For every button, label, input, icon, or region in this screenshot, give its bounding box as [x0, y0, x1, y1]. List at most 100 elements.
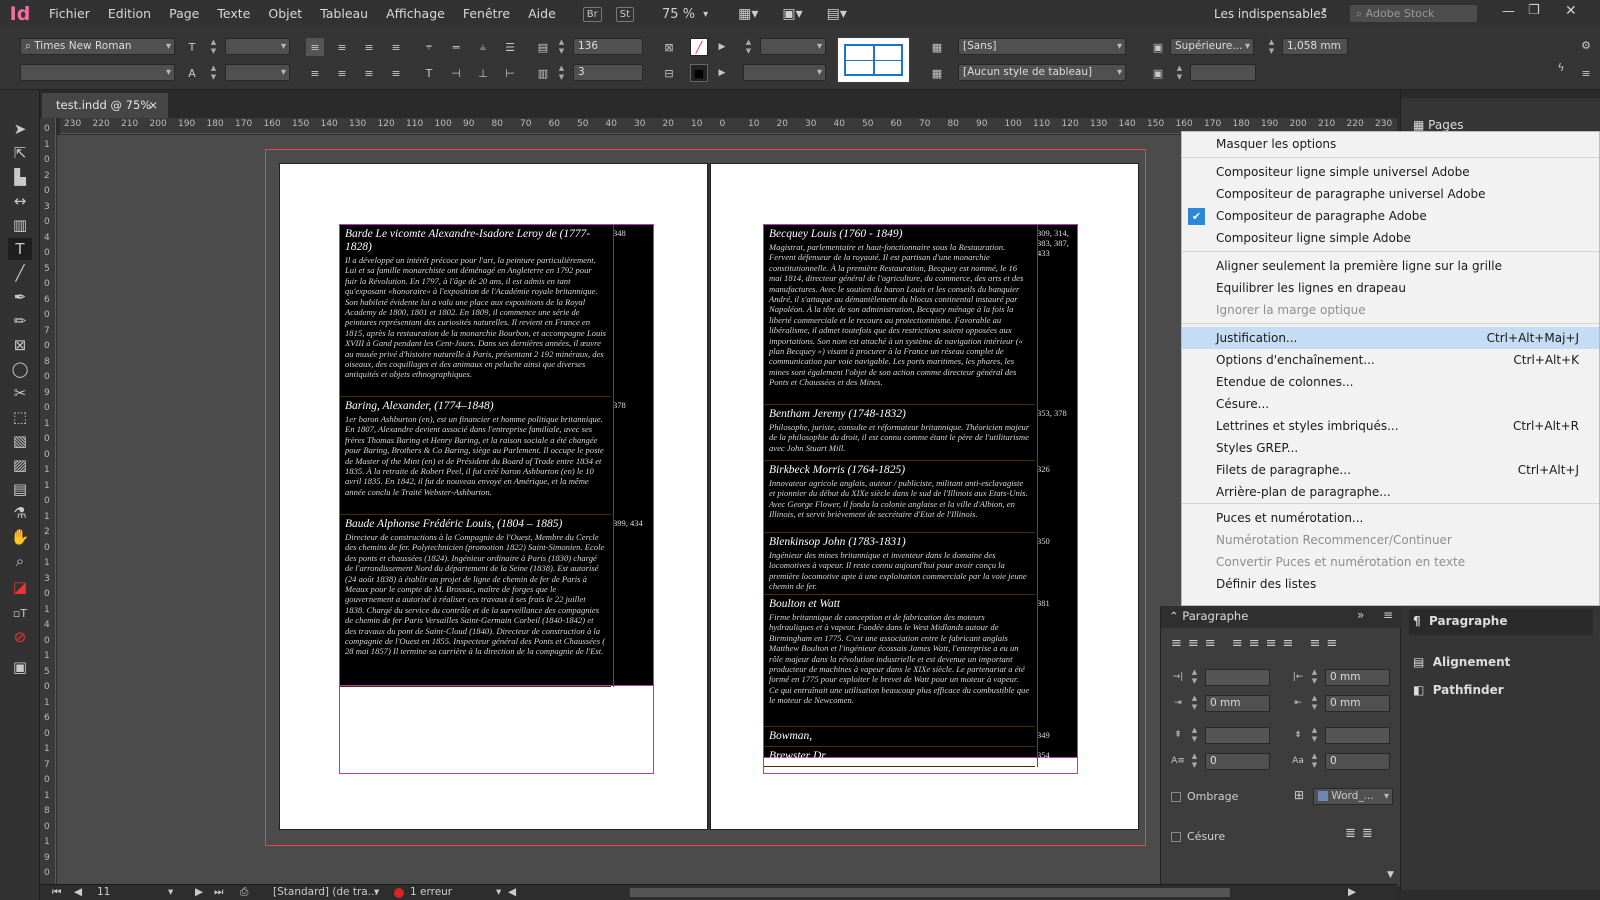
- error-count[interactable]: 1 erreur: [410, 886, 452, 898]
- stock-search-input[interactable]: ⌕ Adobe Stock: [1350, 5, 1477, 22]
- alignement-panel-item[interactable]: ▤ Alignement: [1413, 655, 1510, 669]
- stock-button[interactable]: St: [615, 6, 635, 22]
- merge-cells-icon[interactable]: ⊠: [660, 38, 678, 56]
- vertical-justification-field[interactable]: Supérieure...: [1170, 38, 1254, 55]
- text-rotate-0-icon[interactable]: T: [420, 64, 438, 82]
- play-icon[interactable]: ▶: [713, 38, 731, 56]
- first-line-indent-stepper[interactable]: ▲ ▼: [1189, 694, 1200, 712]
- flyout-item[interactable]: Justification... Ctrl+Alt+Maj+J: [1182, 327, 1599, 349]
- formatting-container-icon[interactable]: ▫T: [8, 602, 32, 624]
- chevron-down-icon[interactable]: ▾: [703, 9, 708, 20]
- font-size-stepper[interactable]: ▲ ▼: [208, 38, 219, 56]
- direct-selection-tool-icon[interactable]: ⇱: [8, 142, 32, 164]
- table-row[interactable]: Becquey Louis (1760 - 1849) Magistrat, pa…: [764, 225, 1069, 405]
- close-icon[interactable]: ×: [148, 93, 158, 118]
- valign-justify-icon[interactable]: ☰: [501, 38, 519, 56]
- scissors-tool-icon[interactable]: ✂: [8, 382, 32, 404]
- pathfinder-panel-item[interactable]: ◧ Pathfinder: [1413, 683, 1504, 697]
- preflight-profile[interactable]: [Standard] (de tra...: [273, 886, 378, 898]
- view-options-icon[interactable]: ▦▾: [738, 6, 758, 22]
- justify-center-icon[interactable]: ≡: [333, 64, 351, 82]
- document-tab[interactable]: test.indd @ 75% ×: [42, 93, 168, 118]
- zoom-level[interactable]: 75 %: [662, 7, 695, 22]
- stroke-type-field[interactable]: [743, 64, 826, 81]
- dimension-stepper[interactable]: ▲ ▼: [1266, 38, 1277, 56]
- menu-item-1[interactable]: Edition: [99, 0, 160, 28]
- left-index-table[interactable]: Barde Le vicomte Alexandre-Isadore Leroy…: [339, 224, 654, 687]
- grid-align-buttons[interactable]: ≣≣: [1345, 826, 1379, 841]
- line-tool-icon[interactable]: ╱: [8, 262, 32, 284]
- chevron-down-icon[interactable]: ▾: [496, 886, 501, 898]
- menu-item-4[interactable]: Objet: [259, 0, 311, 28]
- rows-stepper[interactable]: ▲ ▼: [556, 38, 567, 56]
- fill-stroke-swatch-icon[interactable]: ◪: [8, 576, 32, 598]
- horizontal-scrollbar[interactable]: [630, 888, 1230, 897]
- justify-all-icon[interactable]: ≡: [387, 64, 405, 82]
- justify-right-icon[interactable]: ≡: [360, 64, 378, 82]
- flyout-item[interactable]: ✔ Compositeur de paragraphe Adobe: [1182, 205, 1599, 227]
- gradient-feather-tool-icon[interactable]: ▨: [8, 454, 32, 476]
- bridge-button[interactable]: Br: [582, 6, 602, 22]
- flyout-item[interactable]: Filets de paragraphe... Ctrl+Alt+J: [1182, 459, 1599, 481]
- space-after-stepper[interactable]: ▲ ▼: [1309, 726, 1320, 744]
- align-right-icon[interactable]: ≡: [360, 38, 378, 56]
- flyout-item[interactable]: Césure...: [1182, 393, 1599, 415]
- gradient-tool-icon[interactable]: ▧: [8, 430, 32, 452]
- table-row[interactable]: Baring, Alexander, (1774–1848) 1er baron …: [340, 397, 626, 515]
- pencil-tool-icon[interactable]: ✏: [8, 310, 32, 332]
- align-center-icon[interactable]: ≡: [333, 38, 351, 56]
- table-row[interactable]: Birkbeck Morris (1764-1825) Innovateur ag…: [764, 461, 1050, 533]
- table-row[interactable]: Brewster Dr 354: [764, 747, 1050, 767]
- table-row[interactable]: Baude Alphonse Frédéric Louis, (1804 – 1…: [340, 515, 643, 687]
- menu-item-5[interactable]: Tableau: [311, 0, 377, 28]
- drop-cap-lines-stepper[interactable]: ▲ ▼: [1189, 752, 1200, 770]
- font-family-field[interactable]: ⌕ Times New Roman: [20, 38, 175, 55]
- text-rotate-180-icon[interactable]: ⊥: [474, 64, 492, 82]
- inset-stepper[interactable]: ▲ ▼: [1174, 64, 1185, 82]
- flyout-item[interactable]: Compositeur de paragraphe universel Adob…: [1182, 183, 1599, 205]
- hyphenation-checkbox[interactable]: [1171, 832, 1181, 842]
- restore-icon[interactable]: ❐: [1528, 3, 1540, 18]
- table-row[interactable]: Barde Le vicomte Alexandre-Isadore Leroy…: [340, 225, 626, 397]
- flyout-item[interactable]: Puces et numérotation...: [1182, 507, 1599, 529]
- expand-icon[interactable]: »: [1357, 608, 1364, 622]
- valign-top-icon[interactable]: ⫧: [420, 38, 438, 56]
- chevron-down-icon[interactable]: ▾: [168, 886, 173, 898]
- paragraph-align-buttons[interactable]: ≡≡≡ ≡≡≡≡ ≡≡: [1171, 636, 1343, 651]
- drop-cap-chars-field[interactable]: 0: [1325, 753, 1390, 770]
- flyout-item[interactable]: Arrière-plan de paragraphe...: [1182, 481, 1599, 503]
- rectangle-frame-tool-icon[interactable]: ⊠: [8, 334, 32, 356]
- fill-none-swatch[interactable]: ╱: [690, 38, 708, 56]
- shading-color-field[interactable]: Word_...: [1313, 788, 1393, 805]
- stroke-weight-field[interactable]: [760, 38, 826, 55]
- cell-style-field[interactable]: [Sans]: [958, 38, 1126, 55]
- stroke-swatch[interactable]: ■: [690, 64, 708, 82]
- table-style-field[interactable]: [Aucun style de tableau]: [958, 64, 1126, 81]
- panel-menu-icon[interactable]: ≡: [1383, 608, 1393, 622]
- flyout-item[interactable]: Etendue de colonnes...: [1182, 371, 1599, 393]
- workspace-switcher[interactable]: Les indispensables: [1214, 7, 1327, 21]
- zoom-tool-icon[interactable]: ⌕: [8, 550, 32, 572]
- menu-item-6[interactable]: Affichage: [377, 0, 454, 28]
- open-page-icon[interactable]: ⎙: [240, 886, 248, 899]
- flyout-item[interactable]: Options d'enchaînement... Ctrl+Alt+K: [1182, 349, 1599, 371]
- note-tool-icon[interactable]: ▤: [8, 478, 32, 500]
- menu-item-3[interactable]: Texte: [208, 0, 259, 28]
- columns-field[interactable]: 3: [573, 64, 643, 81]
- leading-field[interactable]: [225, 64, 290, 81]
- scroll-left-icon[interactable]: ◀: [508, 886, 516, 898]
- first-line-indent-field[interactable]: 0 mm: [1205, 695, 1270, 712]
- stroke-weight-stepper[interactable]: ▲ ▼: [743, 38, 754, 56]
- scroll-down-icon[interactable]: ▼: [1387, 870, 1394, 880]
- font-size-field[interactable]: [225, 38, 290, 55]
- justify-icon[interactable]: ≡: [387, 38, 405, 56]
- flyout-item[interactable]: Définir des listes: [1182, 573, 1599, 595]
- left-indent-field[interactable]: [1205, 669, 1270, 686]
- prev-page-icon[interactable]: ◀: [74, 886, 82, 898]
- type-tool-icon[interactable]: T: [8, 238, 32, 260]
- flyout-item[interactable]: Compositeur ligne simple Adobe: [1182, 227, 1599, 249]
- menu-item-0[interactable]: Fichier: [40, 0, 99, 28]
- shading-checkbox[interactable]: [1171, 792, 1181, 802]
- flyout-item[interactable]: Lettrines et styles imbriqués... Ctrl+Alt…: [1182, 415, 1599, 437]
- content-collector-icon[interactable]: ▥: [8, 214, 32, 236]
